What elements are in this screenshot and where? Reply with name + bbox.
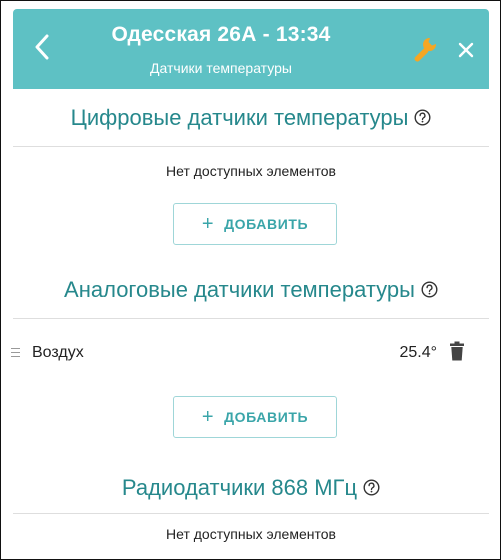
digital-sensors-heading: Цифровые датчики температуры [13, 105, 489, 131]
divider [13, 146, 489, 147]
sensor-name: Воздух [32, 344, 84, 361]
add-button-label: ДОБАВИТЬ [224, 409, 309, 425]
delete-sensor-button[interactable] [447, 341, 467, 365]
digital-sensors-title: Цифровые датчики температуры [70, 105, 409, 130]
radio-sensors-heading: Радиодатчики 868 МГц [13, 475, 489, 501]
divider [13, 513, 489, 514]
divider [13, 318, 489, 319]
add-digital-sensor-button[interactable]: + ДОБАВИТЬ [173, 203, 337, 245]
analog-sensors-heading: Аналоговые датчики температуры [13, 277, 489, 303]
wrench-icon [410, 36, 438, 69]
header-bar: Одесская 26А - 13:34 Датчики температуры [13, 9, 489, 89]
trash-icon [449, 341, 465, 366]
add-analog-sensor-button[interactable]: + ДОБАВИТЬ [173, 396, 337, 438]
help-circle-icon[interactable] [421, 281, 438, 298]
close-button[interactable] [451, 37, 481, 67]
help-circle-icon[interactable] [363, 479, 380, 496]
analog-sensors-title: Аналоговые датчики температуры [64, 277, 415, 302]
back-button[interactable] [27, 31, 57, 67]
page-subtitle: Датчики температуры [150, 60, 292, 76]
add-button-label: ДОБАВИТЬ [224, 216, 309, 232]
radio-empty-message: Нет доступных элементов [166, 526, 336, 542]
page-title: Одесская 26А - 13:34 [111, 23, 331, 46]
sensor-value: 25.4° [399, 344, 437, 361]
help-circle-icon[interactable] [414, 109, 431, 126]
chevron-left-icon [34, 34, 50, 65]
plus-icon: + [201, 213, 215, 235]
settings-button[interactable] [407, 35, 441, 69]
digital-empty-message: Нет доступных элементов [166, 163, 336, 179]
plus-icon: + [201, 406, 215, 428]
sensor-row[interactable]: Воздух 25.4° [1, 331, 489, 377]
radio-sensors-title: Радиодатчики 868 МГц [121, 475, 358, 500]
close-icon [457, 41, 475, 64]
app-window: Одесская 26А - 13:34 Датчики температуры [0, 0, 501, 560]
drag-handle-icon[interactable] [11, 345, 21, 361]
